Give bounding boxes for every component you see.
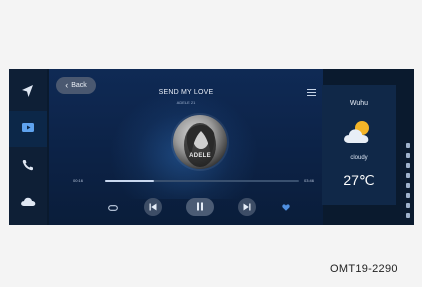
phone-icon xyxy=(22,158,34,176)
media-panel: ‹ Back SEND MY LOVE ADELE 21 ADELE 00:16… xyxy=(49,69,323,225)
album-art: ADELE xyxy=(173,115,227,169)
repeat-button[interactable] xyxy=(105,199,121,215)
sidebar-item-navigation[interactable] xyxy=(9,75,47,111)
status-icon xyxy=(406,183,410,188)
repeat-icon xyxy=(108,198,118,216)
status-icon xyxy=(406,193,410,198)
album-label: ADELE xyxy=(189,153,211,159)
pause-icon xyxy=(196,198,204,216)
heart-icon xyxy=(282,198,290,216)
status-icon xyxy=(406,173,410,178)
figure-caption: OMT19-2290 xyxy=(330,263,398,275)
artist-name: ADELE 21 xyxy=(176,100,196,105)
weather-temperature: 27℃ xyxy=(343,172,375,188)
sidebar xyxy=(9,69,47,225)
favorite-button[interactable] xyxy=(279,200,293,214)
infotainment-screen: ‹ Back SEND MY LOVE ADELE 21 ADELE 00:16… xyxy=(9,69,414,225)
navigation-arrow-icon xyxy=(21,84,35,103)
sidebar-item-phone[interactable] xyxy=(9,149,47,185)
progress-bar[interactable] xyxy=(105,180,299,182)
elapsed-time: 00:16 xyxy=(73,178,84,183)
status-icon xyxy=(406,163,410,168)
status-icon xyxy=(406,203,410,208)
total-duration: 03:46 xyxy=(304,178,315,183)
previous-track-icon xyxy=(149,198,157,216)
progress-fill xyxy=(105,180,154,182)
sidebar-item-media[interactable] xyxy=(9,111,47,147)
status-icon xyxy=(406,143,410,148)
back-button-label: Back xyxy=(71,82,87,89)
next-track-icon xyxy=(243,198,251,216)
previous-button[interactable] xyxy=(144,198,162,216)
sidebar-item-weather[interactable] xyxy=(9,185,47,221)
status-icon xyxy=(406,153,410,158)
partly-cloudy-icon xyxy=(342,119,376,150)
weather-condition: cloudy xyxy=(350,155,368,161)
weather-city: Wuhu xyxy=(349,100,369,107)
status-icons xyxy=(403,143,413,223)
cloud-icon xyxy=(20,194,36,212)
song-title: SEND MY LOVE xyxy=(158,89,214,96)
status-icon xyxy=(406,213,410,218)
media-icon xyxy=(21,120,35,138)
play-pause-button[interactable] xyxy=(186,198,214,216)
weather-card[interactable]: Wuhu cloudy 27℃ xyxy=(322,85,396,205)
next-button[interactable] xyxy=(238,198,256,216)
